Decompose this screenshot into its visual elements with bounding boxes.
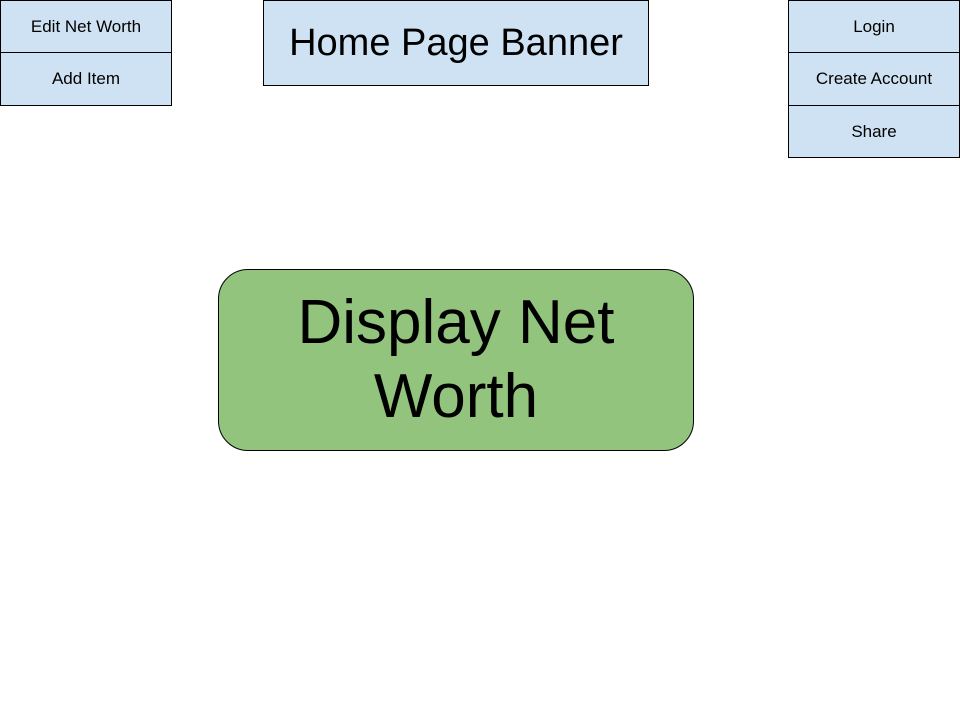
create-account-button[interactable]: Create Account — [788, 52, 960, 106]
login-button[interactable]: Login — [788, 0, 960, 53]
net-worth-display: Display Net Worth — [218, 269, 694, 451]
home-page-banner: Home Page Banner — [263, 0, 649, 86]
share-button[interactable]: Share — [788, 105, 960, 158]
add-item-button[interactable]: Add Item — [0, 52, 172, 106]
edit-net-worth-button[interactable]: Edit Net Worth — [0, 0, 172, 53]
